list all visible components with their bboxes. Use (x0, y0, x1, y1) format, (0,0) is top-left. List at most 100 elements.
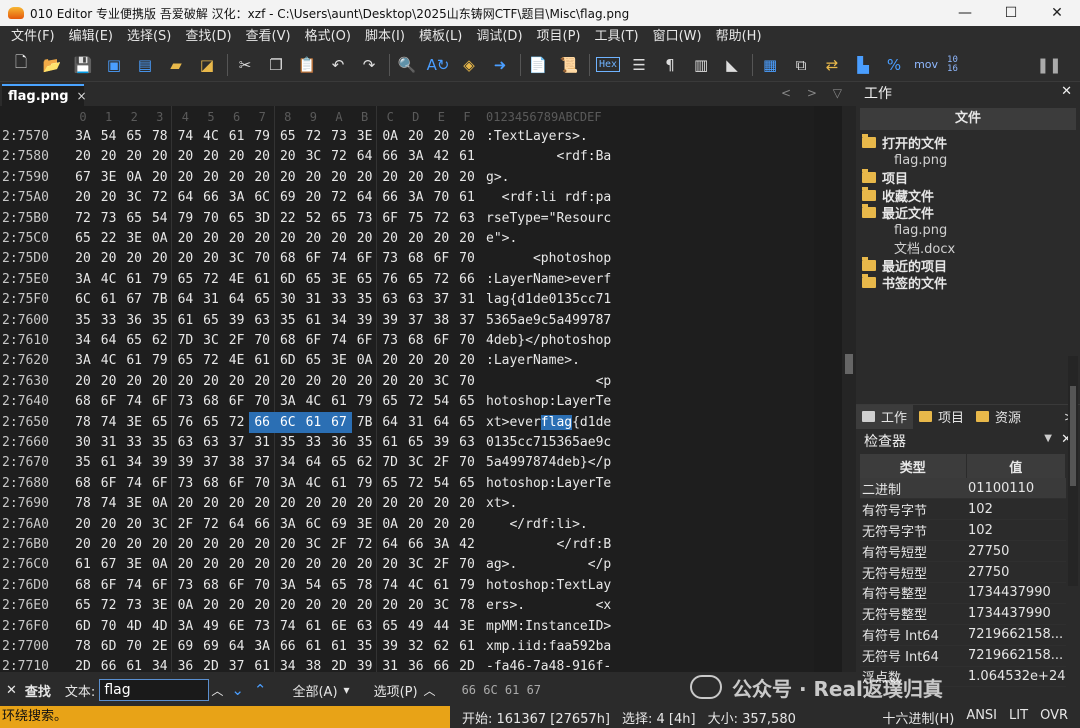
hex-byte[interactable]: 32 (403, 636, 429, 657)
hex-row[interactable]: 2:76A0 20 20 20 3C 2F 72 64 66 3A 6C 69 3E 0A 20 20 20 <… (0, 514, 842, 535)
hex-byte[interactable]: 61 (454, 146, 480, 167)
find-previous-icon[interactable]: ⌃ (254, 681, 267, 699)
text-type-label[interactable]: 文本: (65, 681, 95, 700)
hex-byte[interactable]: 63 (352, 616, 378, 637)
ascii-text[interactable]: :LayerName>. (486, 350, 611, 371)
hex-byte[interactable]: 65 (121, 126, 147, 147)
hex-byte[interactable]: 4C (403, 575, 429, 596)
hex-byte[interactable]: 74 (326, 330, 352, 351)
hex-byte[interactable]: 61 (454, 636, 480, 657)
hex-byte[interactable]: 61 (70, 554, 96, 575)
hex-byte[interactable]: 35 (352, 636, 378, 657)
table-row[interactable]: 无符号字节 102 (860, 519, 1066, 542)
column-header-type[interactable]: 类型 (860, 454, 967, 478)
columns-icon[interactable]: ▥ (690, 54, 712, 76)
hex-byte[interactable]: 3A (403, 146, 429, 167)
hex-byte[interactable]: 34 (147, 656, 173, 672)
panel-tab-2[interactable]: 资源 (970, 405, 1027, 429)
hex-byte[interactable]: 65 (352, 269, 378, 290)
close-window-button[interactable]: ✕ (1034, 0, 1080, 26)
inspector-value[interactable]: 1734437990 (966, 582, 1066, 604)
hex-byte[interactable]: 35 (275, 432, 301, 453)
hex-byte[interactable]: 37 (428, 289, 454, 310)
hex-byte[interactable]: 3E (147, 595, 173, 616)
hex-byte[interactable]: 49 (198, 616, 224, 637)
hex-byte[interactable]: 6D (70, 616, 96, 637)
hex-byte[interactable]: 74 (121, 473, 147, 494)
hex-byte[interactable]: 6F (96, 391, 122, 412)
open-folder-icon[interactable]: 📂 (41, 54, 63, 76)
hex-byte[interactable]: 69 (172, 636, 198, 657)
tree-item[interactable]: 文档.docx (862, 239, 1080, 257)
ascii-text[interactable]: rseType="Resourc (486, 208, 611, 229)
hex-byte[interactable]: 35 (275, 310, 301, 331)
hex-byte[interactable]: 66 (249, 411, 276, 433)
hex-byte[interactable]: 31 (454, 289, 480, 310)
hex-byte[interactable]: 20 (224, 371, 250, 392)
hex-byte[interactable]: 3C (428, 595, 454, 616)
hex-byte[interactable]: 74 (96, 493, 122, 514)
hex-byte[interactable]: 74 (121, 575, 147, 596)
hex-byte[interactable]: 65 (454, 391, 480, 412)
status-start[interactable]: 开始: 161367 [27657h] (462, 708, 610, 727)
hex-row[interactable]: 2:7680 68 6F 74 6F 73 68 6F 70 3A 4C 61 79 65 72 54 65 ho… (0, 473, 842, 494)
hex-byte[interactable]: 3D (249, 208, 275, 229)
hex-byte[interactable]: 69 (275, 187, 301, 208)
table-row[interactable]: 二进制 01100110 (860, 478, 1066, 500)
hex-byte[interactable]: 20 (198, 493, 224, 514)
hex-byte[interactable]: 70 (121, 636, 147, 657)
hex-byte[interactable]: 20 (147, 371, 173, 392)
line-width-icon[interactable]: ☰ (628, 54, 650, 76)
goto-icon[interactable]: ➜ (489, 54, 511, 76)
menu-item-0[interactable]: 文件(F) (4, 26, 62, 48)
table-row[interactable]: 有符号整型 1734437990 (860, 582, 1066, 604)
hex-byte[interactable]: 20 (96, 146, 122, 167)
hex-byte[interactable]: 20 (70, 248, 96, 269)
hex-byte[interactable]: 3A (428, 534, 454, 555)
hex-byte[interactable]: 20 (352, 371, 378, 392)
hex-byte[interactable]: 20 (198, 554, 224, 575)
hex-byte[interactable]: 61 (224, 126, 250, 147)
hex-byte[interactable]: 30 (70, 432, 96, 453)
hex-byte[interactable]: 3C (428, 371, 454, 392)
menu-item-2[interactable]: 选择(S) (120, 26, 178, 48)
hex-byte[interactable]: 65 (454, 473, 480, 494)
hex-row[interactable]: 2:7620 3A 4C 61 79 65 72 4E 61 6D 65 3E 0A 20 20 20 20:L… (0, 350, 842, 371)
hex-byte[interactable]: 2F (326, 534, 352, 555)
hex-byte[interactable]: 78 (147, 126, 173, 147)
hex-byte[interactable]: 63 (454, 432, 480, 453)
find-icon[interactable]: 🔍 (396, 54, 418, 76)
hex-byte[interactable]: 20 (198, 228, 224, 249)
hex-byte[interactable]: 61 (454, 187, 480, 208)
table-row[interactable]: 无符号整型 1734437990 (860, 603, 1066, 625)
hex-byte[interactable]: 68 (70, 473, 96, 494)
ascii-text[interactable]: lag{d1de0135cc71 (486, 289, 611, 310)
ascii-text[interactable]: xt>everflag{d1de (486, 412, 611, 433)
inspector-value[interactable]: 7219662158... (966, 624, 1066, 646)
hex-byte[interactable]: 63 (454, 208, 480, 229)
ascii-text[interactable]: ers>. <x (486, 595, 611, 616)
hex-byte[interactable]: 65 (70, 228, 96, 249)
hex-byte[interactable]: 20 (275, 228, 301, 249)
hex-byte[interactable]: 66 (428, 656, 454, 672)
hex-byte[interactable]: 6D (275, 350, 301, 371)
hex-byte[interactable]: 20 (352, 167, 378, 188)
hex-byte[interactable]: 70 (454, 452, 480, 473)
hex-byte[interactable]: 72 (224, 412, 250, 433)
hex-byte[interactable]: 31 (198, 289, 224, 310)
hex-byte[interactable]: 34 (275, 656, 301, 672)
hex-byte[interactable]: 20 (326, 493, 352, 514)
hex-byte[interactable]: 20 (224, 554, 250, 575)
hex-byte[interactable]: 20 (352, 554, 378, 575)
minimap[interactable] (814, 106, 842, 672)
hex-byte[interactable]: 72 (198, 514, 224, 535)
close-tab-icon[interactable]: × (77, 89, 87, 103)
hex-byte[interactable]: 3A (403, 187, 429, 208)
tab-flag-png[interactable]: flag.png × (2, 84, 87, 106)
hex-byte[interactable]: 61 (249, 269, 275, 290)
hex-byte[interactable]: 39 (377, 310, 403, 331)
hex-byte[interactable]: 6F (96, 473, 122, 494)
hex-byte[interactable]: 65 (300, 269, 326, 290)
hex-byte[interactable]: 4D (147, 616, 173, 637)
save-as-icon[interactable]: ▣ (103, 54, 125, 76)
